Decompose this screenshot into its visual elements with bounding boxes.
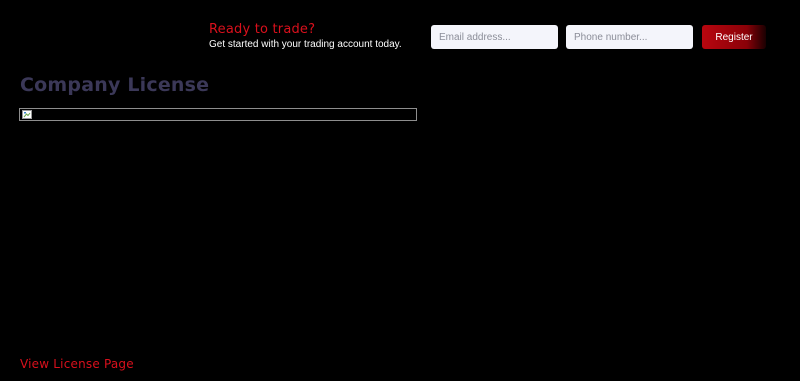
broken-image-icon (22, 110, 32, 119)
email-field[interactable] (431, 25, 558, 49)
license-image (19, 108, 417, 121)
page-title: Company License (20, 74, 210, 96)
phone-field[interactable] (566, 25, 693, 49)
register-button[interactable]: Register (702, 25, 766, 49)
cta-title: Ready to trade? (209, 22, 316, 37)
view-license-link[interactable]: View License Page (20, 357, 134, 371)
cta-subtitle: Get started with your trading account to… (209, 39, 402, 50)
cta-banner: Ready to trade? Get started with your tr… (209, 22, 402, 51)
